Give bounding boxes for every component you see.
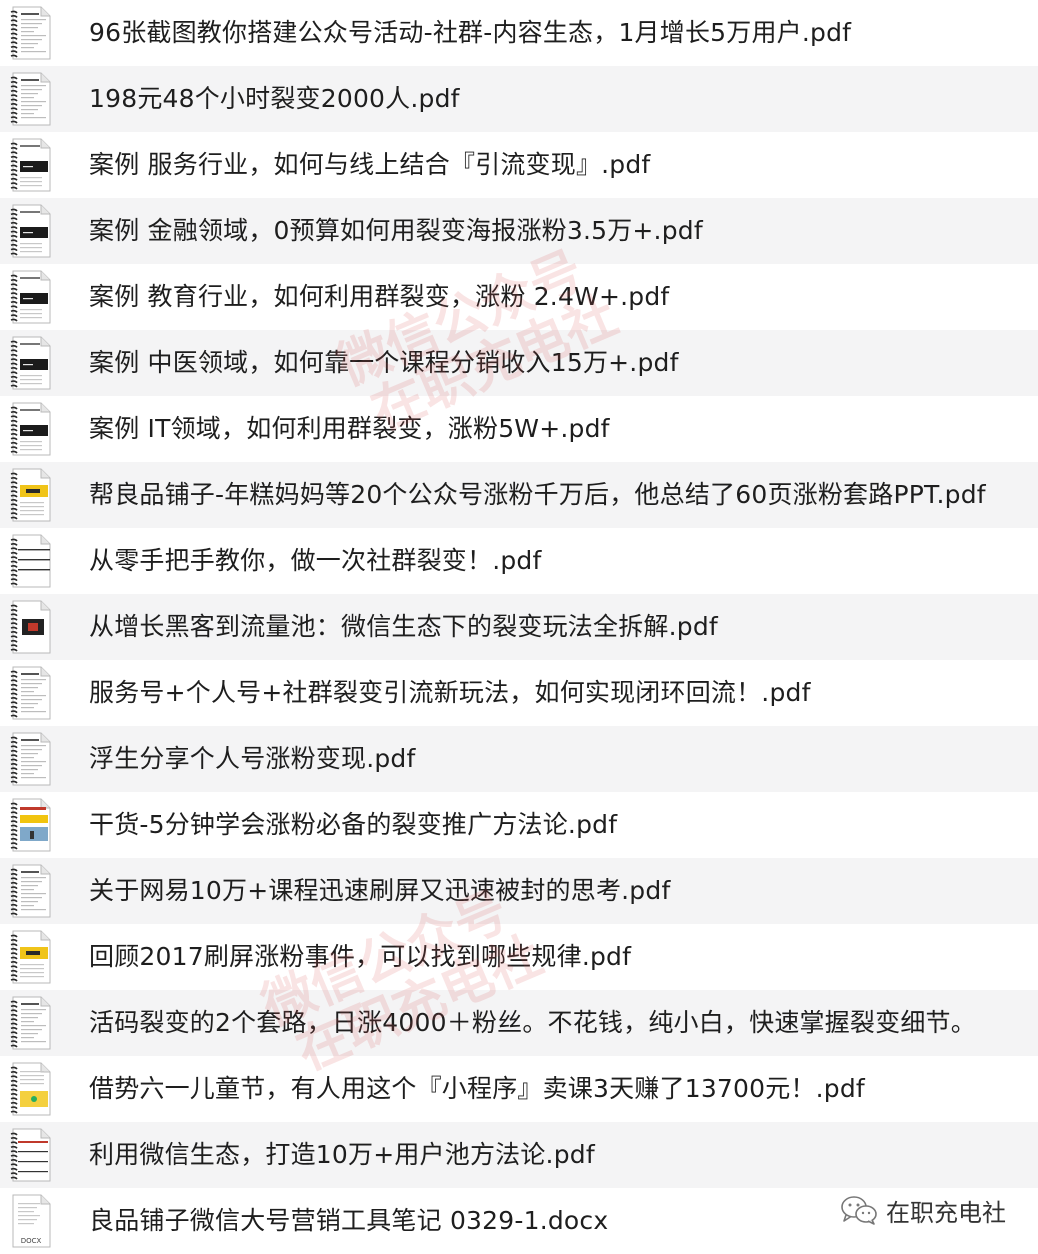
- pdf-file-icon: [10, 996, 51, 1050]
- pdf-file-icon: [10, 930, 51, 984]
- file-name: 良品铺子微信大号营销工具笔记 0329-1.docx: [89, 1206, 609, 1235]
- file-row[interactable]: 关于网易10万+课程迅速刷屏又迅速被封的思考.pdf: [0, 858, 1038, 924]
- file-name: 关于网易10万+课程迅速刷屏又迅速被封的思考.pdf: [89, 876, 671, 905]
- file-name: 服务号+个人号+社群裂变引流新玩法，如何实现闭环回流！.pdf: [89, 678, 811, 707]
- file-row[interactable]: 案例 金融领域，0预算如何用裂变海报涨粉3.5万+.pdf: [0, 198, 1038, 264]
- file-extension-label: DOCX: [21, 1237, 42, 1245]
- pdf-file-icon: [10, 138, 51, 192]
- brand-badge: 在职充电社: [840, 1190, 1006, 1230]
- file-name: 案例 金融领域，0预算如何用裂变海报涨粉3.5万+.pdf: [89, 216, 703, 245]
- pdf-file-icon: [10, 6, 51, 60]
- pdf-file-icon: [10, 798, 51, 852]
- file-name: 干货-5分钟学会涨粉必备的裂变推广方法论.pdf: [89, 810, 618, 839]
- file-name: 浮生分享个人号涨粉变现.pdf: [89, 744, 416, 773]
- file-name: 利用微信生态，打造10万+用户池方法论.pdf: [89, 1140, 595, 1169]
- file-name: 198元48个小时裂变2000人.pdf: [89, 84, 460, 113]
- file-name: 96张截图教你搭建公众号活动-社群-内容生态，1月增长5万用户.pdf: [89, 18, 852, 47]
- pdf-file-icon: [10, 468, 51, 522]
- file-row[interactable]: 服务号+个人号+社群裂变引流新玩法，如何实现闭环回流！.pdf: [0, 660, 1038, 726]
- pdf-file-icon: [10, 732, 51, 786]
- file-name: 案例 服务行业，如何与线上结合『引流变现』.pdf: [89, 150, 651, 179]
- pdf-file-icon: [10, 534, 51, 588]
- file-name: 案例 中医领域，如何靠一个课程分销收入15万+.pdf: [89, 348, 679, 377]
- file-name: 从增长黑客到流量池：微信生态下的裂变玩法全拆解.pdf: [89, 612, 718, 641]
- file-name: 从零手把手教你，做一次社群裂变！.pdf: [89, 546, 542, 575]
- pdf-file-icon: [10, 600, 51, 654]
- file-row[interactable]: 198元48个小时裂变2000人.pdf: [0, 66, 1038, 132]
- file-row[interactable]: 干货-5分钟学会涨粉必备的裂变推广方法论.pdf: [0, 792, 1038, 858]
- file-row[interactable]: 从零手把手教你，做一次社群裂变！.pdf: [0, 528, 1038, 594]
- file-row[interactable]: 活码裂变的2个套路，日涨4000＋粉丝。不花钱，纯小白，快速掌握裂变细节。: [0, 990, 1038, 1056]
- pdf-file-icon: [10, 666, 51, 720]
- file-row[interactable]: 帮良品铺子-年糕妈妈等20个公众号涨粉千万后，他总结了60页涨粉套路PPT.pd…: [0, 462, 1038, 528]
- pdf-file-icon: [10, 336, 51, 390]
- file-name: 案例 教育行业，如何利用群裂变，涨粉 2.4W+.pdf: [89, 282, 670, 311]
- file-row[interactable]: 案例 IT领域，如何利用群裂变，涨粉5W+.pdf: [0, 396, 1038, 462]
- file-name: 借势六一儿童节，有人用这个『小程序』卖课3天赚了13700元！.pdf: [89, 1074, 865, 1103]
- pdf-file-icon: [10, 402, 51, 456]
- file-row[interactable]: 浮生分享个人号涨粉变现.pdf: [0, 726, 1038, 792]
- brand-name: 在职充电社: [886, 1198, 1006, 1227]
- wechat-icon: [841, 1196, 877, 1225]
- file-row[interactable]: 案例 服务行业，如何与线上结合『引流变现』.pdf: [0, 132, 1038, 198]
- file-row[interactable]: 案例 教育行业，如何利用群裂变，涨粉 2.4W+.pdf: [0, 264, 1038, 330]
- pdf-file-icon: [10, 72, 51, 126]
- file-name: 帮良品铺子-年糕妈妈等20个公众号涨粉千万后，他总结了60页涨粉套路PPT.pd…: [89, 480, 986, 509]
- file-row[interactable]: 案例 中医领域，如何靠一个课程分销收入15万+.pdf: [0, 330, 1038, 396]
- file-name: 活码裂变的2个套路，日涨4000＋粉丝。不花钱，纯小白，快速掌握裂变细节。: [89, 1008, 976, 1037]
- file-row[interactable]: 从增长黑客到流量池：微信生态下的裂变玩法全拆解.pdf: [0, 594, 1038, 660]
- pdf-file-icon: [10, 1062, 51, 1116]
- pdf-file-icon: [10, 204, 51, 258]
- pdf-file-icon: [10, 864, 51, 918]
- file-row[interactable]: 利用微信生态，打造10万+用户池方法论.pdf: [0, 1122, 1038, 1188]
- file-row[interactable]: 回顾2017刷屏涨粉事件，可以找到哪些规律.pdf: [0, 924, 1038, 990]
- pdf-file-icon: [10, 1128, 51, 1182]
- pdf-file-icon: [10, 270, 51, 324]
- file-row[interactable]: 借势六一儿童节，有人用这个『小程序』卖课3天赚了13700元！.pdf: [0, 1056, 1038, 1122]
- file-list: 96张截图教你搭建公众号活动-社群-内容生态，1月增长5万用户.pdf 198元4…: [0, 0, 1038, 1254]
- file-name: 案例 IT领域，如何利用群裂变，涨粉5W+.pdf: [89, 414, 610, 443]
- file-name: 回顾2017刷屏涨粉事件，可以找到哪些规律.pdf: [89, 942, 632, 971]
- docx-file-icon: DOCX: [12, 1194, 51, 1248]
- file-row[interactable]: 96张截图教你搭建公众号活动-社群-内容生态，1月增长5万用户.pdf: [0, 0, 1038, 66]
